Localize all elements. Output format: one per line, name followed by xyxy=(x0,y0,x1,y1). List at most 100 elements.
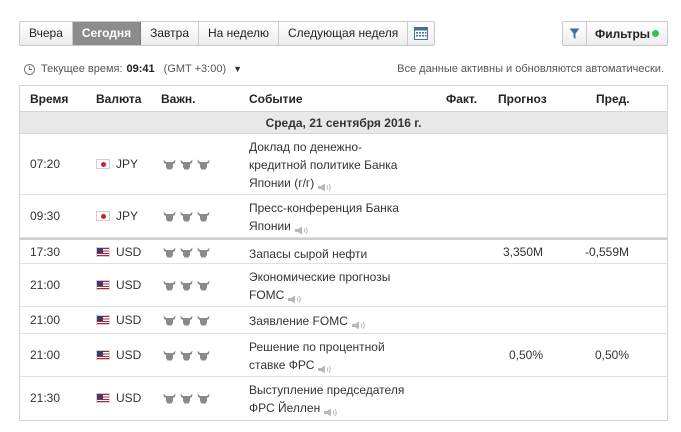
row-previous: -0,559M xyxy=(584,245,629,259)
row-currency-code: USD xyxy=(116,391,142,405)
table-row[interactable]: 21:00 USD Заявление FOMC xyxy=(20,307,667,334)
speaker-icon[interactable] xyxy=(323,404,339,417)
importance-bulls xyxy=(163,211,210,222)
row-currency-code: JPY xyxy=(116,209,139,223)
row-currency: USD xyxy=(96,245,141,259)
row-time: 09:30 xyxy=(30,209,61,223)
row-currency-code: JPY xyxy=(116,157,139,171)
row-time: 07:20 xyxy=(30,157,61,171)
row-previous: 0,50% xyxy=(594,348,629,362)
filters-label: Фильтры xyxy=(595,26,651,41)
table-row[interactable]: 17:30 USD Запасы сырой нефти 3,350M -0,559M xyxy=(20,238,667,264)
calendar-button[interactable] xyxy=(408,22,434,45)
us-flag-icon xyxy=(96,315,110,325)
row-currency-code: USD xyxy=(116,278,142,292)
importance-bulls xyxy=(163,315,210,326)
row-event: Решение по процентной ставке ФРС xyxy=(249,338,419,374)
bull-icon xyxy=(180,393,193,404)
current-time-label: Текущее время: xyxy=(41,63,123,75)
bull-icon xyxy=(197,159,210,170)
bull-icon xyxy=(197,350,210,361)
bull-icon xyxy=(163,159,176,170)
tab-tomorrow[interactable]: Завтра xyxy=(141,22,199,45)
row-currency: USD xyxy=(96,313,141,327)
clock-icon xyxy=(24,63,35,75)
bull-icon xyxy=(163,280,176,291)
bull-icon xyxy=(197,247,210,258)
bull-icon xyxy=(197,315,210,326)
filters-button[interactable]: Фильтры xyxy=(562,21,668,46)
economic-calendar-table: Время Валюта Важн. Событие Факт. Прогноз… xyxy=(19,85,668,421)
bull-icon xyxy=(180,159,193,170)
row-currency: USD xyxy=(96,391,141,405)
speaker-icon[interactable] xyxy=(351,317,367,330)
row-time: 21:00 xyxy=(30,313,61,327)
table-row[interactable]: 07:20 JPY Доклад по денежно-кредитной поли… xyxy=(20,134,667,195)
row-event: Заявление FOMC xyxy=(249,312,419,330)
filter-status-dot xyxy=(652,30,659,37)
japan-flag-icon xyxy=(96,211,110,221)
table-row[interactable]: 21:00 USD Экономические прогнозы FOMC xyxy=(20,264,667,307)
bull-icon xyxy=(180,315,193,326)
chevron-down-icon[interactable]: ▼ xyxy=(233,64,242,74)
bull-icon xyxy=(180,350,193,361)
us-flag-icon xyxy=(96,247,110,257)
bull-icon xyxy=(163,247,176,258)
row-event: Пресс-конференция Банка Японии xyxy=(249,199,419,235)
col-actual: Факт. xyxy=(446,92,478,106)
bull-icon xyxy=(163,315,176,326)
tab-this-week[interactable]: На неделю xyxy=(199,22,279,45)
funnel-icon xyxy=(569,28,580,39)
current-time-value: 09:41 xyxy=(126,63,155,75)
row-event-link[interactable]: Пресс-конференция Банка Японии xyxy=(249,201,399,233)
speaker-icon[interactable] xyxy=(287,291,303,304)
importance-bulls xyxy=(163,280,210,291)
speaker-icon[interactable] xyxy=(317,361,333,374)
row-forecast: 0,50% xyxy=(508,348,543,362)
row-event: Запасы сырой нефти xyxy=(249,245,419,263)
us-flag-icon xyxy=(96,280,110,290)
bull-icon xyxy=(163,393,176,404)
row-time: 21:30 xyxy=(30,391,61,405)
bull-icon xyxy=(197,280,210,291)
date-row: Среда, 21 сентября 2016 г. xyxy=(20,112,667,134)
col-importance: Важн. xyxy=(161,92,196,106)
importance-bulls xyxy=(163,393,210,404)
bull-icon xyxy=(180,280,193,291)
bull-icon xyxy=(197,393,210,404)
row-currency-code: USD xyxy=(116,313,142,327)
bull-icon xyxy=(163,211,176,222)
table-row[interactable]: 09:30 JPY Пресс-конференция Банка Японии xyxy=(20,195,667,238)
row-event: Доклад по денежно-кредитной политике Бан… xyxy=(249,138,419,192)
importance-bulls xyxy=(163,247,210,258)
tab-today[interactable]: Сегодня xyxy=(72,22,142,45)
importance-bulls xyxy=(163,159,210,170)
bull-icon xyxy=(180,247,193,258)
row-currency-code: USD xyxy=(116,245,142,259)
row-event-link[interactable]: Экономические прогнозы FOMC xyxy=(249,270,390,302)
period-tabs: Вчера Сегодня Завтра На неделю Следующая… xyxy=(19,21,436,46)
us-flag-icon xyxy=(96,393,110,403)
row-currency-code: USD xyxy=(116,348,142,362)
row-event-link[interactable]: Заявление FOMC xyxy=(249,314,348,328)
row-forecast: 3,350M xyxy=(502,245,543,259)
row-event-link[interactable]: Запасы сырой нефти xyxy=(249,247,367,261)
bull-icon xyxy=(163,350,176,361)
bull-icon xyxy=(180,211,193,222)
importance-bulls xyxy=(163,350,210,361)
col-previous: Пред. xyxy=(596,92,630,106)
row-time: 21:00 xyxy=(30,348,61,362)
table-row[interactable]: 21:30 USD Выступление председателя ФРС Йел… xyxy=(20,377,667,420)
tab-yesterday[interactable]: Вчера xyxy=(20,22,73,45)
row-time: 17:30 xyxy=(30,245,61,259)
table-row[interactable]: 21:00 USD Решение по процентной ставке ФРС… xyxy=(20,334,667,377)
calendar-icon xyxy=(414,27,429,40)
current-time-row: Текущее время: 09:41 (GMT +3:00) ▼ xyxy=(24,63,242,75)
tab-next-week[interactable]: Следующая неделя xyxy=(279,22,409,45)
speaker-icon[interactable] xyxy=(317,179,333,192)
row-event: Экономические прогнозы FOMC xyxy=(249,268,419,304)
bull-icon xyxy=(197,211,210,222)
row-currency: USD xyxy=(96,278,141,292)
speaker-icon[interactable] xyxy=(294,222,310,235)
timezone-selector[interactable]: (GMT +3:00) xyxy=(164,63,226,75)
